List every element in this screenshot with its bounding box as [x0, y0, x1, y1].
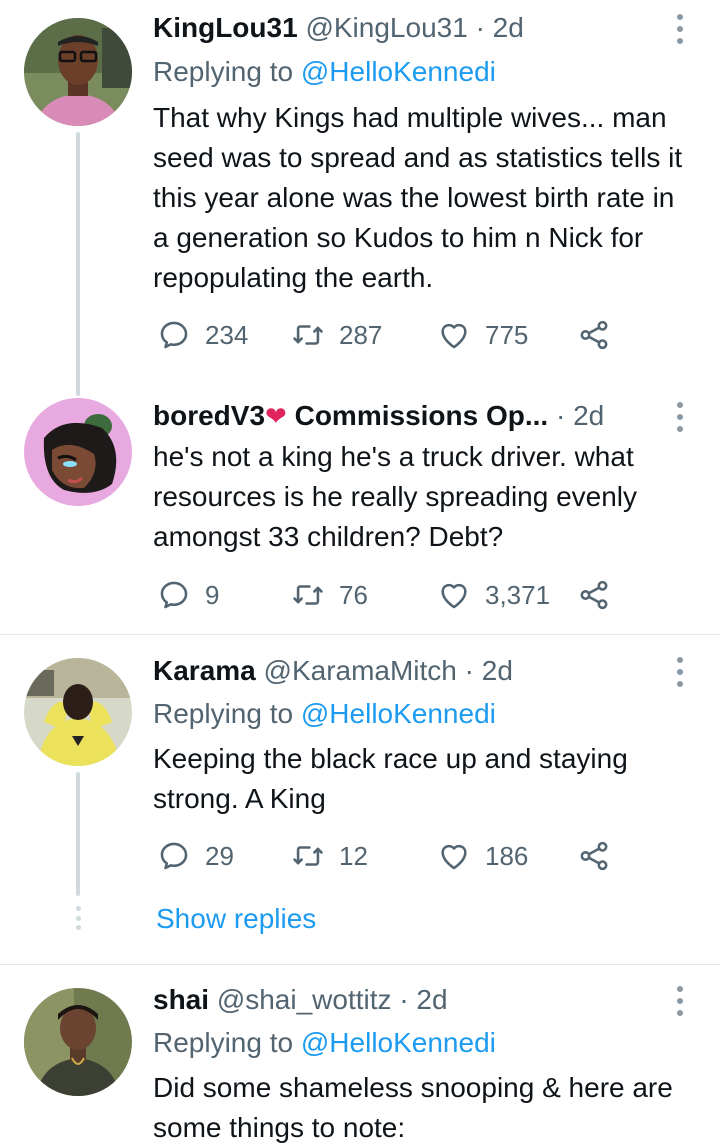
timestamp[interactable]: · 2d: [556, 400, 604, 431]
more-options-icon[interactable]: [674, 986, 686, 1016]
reply-button[interactable]: 29: [157, 836, 234, 876]
replying-label: Replying to: [153, 1027, 294, 1058]
thread-line: [76, 772, 80, 896]
like-count: 3,371: [485, 579, 551, 610]
tweet-header: boredV3❤ Commissions Op... · 2d: [153, 396, 660, 436]
retweet-button[interactable]: 287: [291, 315, 382, 355]
share-icon: [577, 578, 611, 612]
display-name[interactable]: Karama: [153, 655, 256, 686]
heart-icon: [437, 318, 471, 352]
retweet-icon: [291, 839, 325, 873]
reply-button[interactable]: 9: [157, 575, 219, 615]
like-button[interactable]: 186: [437, 836, 528, 876]
retweet-count: 76: [339, 579, 368, 610]
avatar[interactable]: [24, 398, 132, 506]
heart-icon: [437, 578, 471, 612]
replying-to: Replying to @HelloKennedi: [153, 1023, 496, 1063]
handle[interactable]: @shai_wottitz: [217, 984, 392, 1015]
timestamp[interactable]: · 2d: [465, 655, 513, 686]
heart-icon: [437, 839, 471, 873]
retweet-count: 287: [339, 319, 383, 350]
tweet-header: shai @shai_wottitz · 2d: [153, 980, 660, 1020]
avatar[interactable]: [24, 658, 132, 766]
like-count: 775: [485, 319, 529, 350]
retweet-count: 12: [339, 840, 368, 871]
more-options-icon[interactable]: [674, 402, 686, 432]
tweet-header: KingLou31 @KingLou31 · 2d: [153, 8, 660, 48]
avatar[interactable]: [24, 988, 132, 1096]
divider: [0, 634, 720, 635]
display-name-suffix[interactable]: Commissions Op...: [295, 400, 549, 431]
like-button[interactable]: 3,371: [437, 575, 550, 615]
share-button[interactable]: [577, 575, 611, 615]
replying-to: Replying to @HelloKennedi: [153, 52, 496, 92]
reply-button[interactable]: 234: [157, 315, 248, 355]
like-button[interactable]: 775: [437, 315, 528, 355]
handle[interactable]: @KaramaMitch: [264, 655, 457, 686]
share-button[interactable]: [577, 836, 611, 876]
thread-ellipsis-icon: [74, 906, 82, 930]
reply-icon: [157, 318, 191, 352]
tweet-text: Did some shameless snooping & here are s…: [153, 1072, 673, 1143]
tweet-actions: 29 12 186: [153, 836, 623, 876]
tweet-text: he's not a king he's a truck driver. wha…: [153, 441, 638, 552]
tweet-text: That why Kings had multiple wives... man…: [153, 102, 683, 293]
share-icon: [577, 318, 611, 352]
reply-count: 234: [205, 319, 249, 350]
retweet-icon: [291, 578, 325, 612]
show-replies-link[interactable]: Show replies: [156, 899, 316, 939]
retweet-button[interactable]: 76: [291, 575, 368, 615]
mention-link[interactable]: @HelloKennedi: [301, 698, 496, 729]
share-button[interactable]: [577, 315, 611, 355]
display-name[interactable]: shai: [153, 984, 209, 1015]
heart-emoji: ❤: [265, 401, 287, 431]
more-options-icon[interactable]: [674, 14, 686, 44]
mention-link[interactable]: @HelloKennedi: [301, 56, 496, 87]
handle[interactable]: @KingLou31: [305, 12, 467, 43]
avatar[interactable]: [24, 18, 132, 126]
timestamp[interactable]: · 2d: [476, 12, 524, 43]
reply-count: 9: [205, 579, 220, 610]
tweet-actions: 234 287 775: [153, 315, 623, 355]
display-name[interactable]: KingLou31: [153, 12, 298, 43]
like-count: 186: [485, 840, 529, 871]
display-name[interactable]: boredV3: [153, 400, 265, 431]
more-options-icon[interactable]: [674, 657, 686, 687]
replying-label: Replying to: [153, 698, 294, 729]
timestamp[interactable]: · 2d: [399, 984, 447, 1015]
reply-icon: [157, 839, 191, 873]
thread-line: [76, 132, 80, 396]
replying-label: Replying to: [153, 56, 294, 87]
reply-icon: [157, 578, 191, 612]
tweet-text: Keeping the black race up and staying st…: [153, 743, 628, 814]
share-icon: [577, 839, 611, 873]
tweet-header: Karama @KaramaMitch · 2d: [153, 651, 660, 691]
divider: [0, 964, 720, 965]
replying-to: Replying to @HelloKennedi: [153, 694, 496, 734]
retweet-icon: [291, 318, 325, 352]
tweet-actions: 9 76 3,371: [153, 575, 623, 615]
retweet-button[interactable]: 12: [291, 836, 368, 876]
reply-count: 29: [205, 840, 234, 871]
mention-link[interactable]: @HelloKennedi: [301, 1027, 496, 1058]
